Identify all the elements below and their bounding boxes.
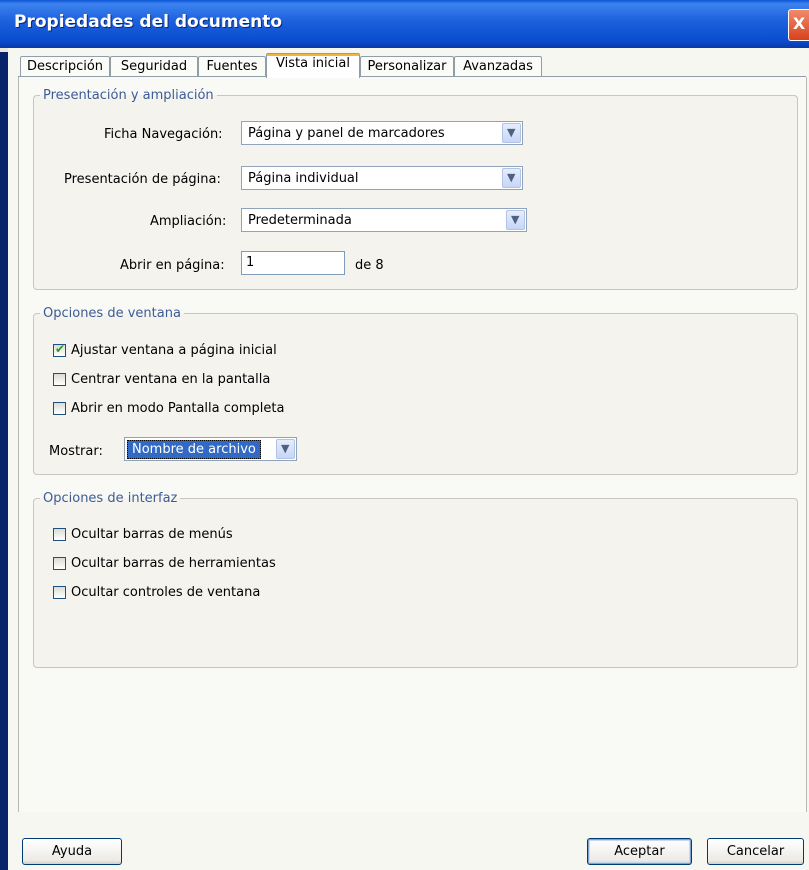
page-layout-select[interactable]: Página individual ▼ — [241, 166, 523, 190]
tab-label: Avanzadas — [463, 59, 533, 74]
open-to-page-label: Abrir en página: — [120, 258, 225, 273]
button-label: Cancelar — [726, 844, 785, 859]
ok-button[interactable]: Aceptar — [587, 838, 692, 865]
tab-fuentes[interactable]: Fuentes — [198, 56, 266, 77]
page-layout-label: Presentación de página: — [64, 172, 221, 187]
document-properties-dialog: Propiedades del documento X Descripción … — [0, 0, 809, 870]
checkmark-icon: ✔ — [55, 342, 66, 356]
group-legend: Opciones de ventana — [43, 306, 181, 321]
checkbox-box[interactable] — [53, 373, 66, 386]
magnification-select[interactable]: Predeterminada ▼ — [241, 208, 527, 232]
tab-vista-inicial[interactable]: Vista inicial — [266, 53, 360, 78]
dialog-title: Propiedades del documento — [14, 12, 283, 32]
tab-seguridad[interactable]: Seguridad — [110, 56, 198, 77]
show-select[interactable]: Nombre de archivo ▼ — [124, 437, 297, 461]
checkbox-box[interactable] — [53, 528, 66, 541]
center-window-checkbox[interactable]: Centrar ventana en la pantalla — [53, 372, 333, 390]
page-layout-value: Página individual — [248, 171, 359, 186]
window-left-edge — [0, 52, 8, 870]
close-button[interactable]: X — [788, 9, 809, 41]
open-to-page-value: 1 — [246, 255, 255, 270]
checkbox-label: Abrir en modo Pantalla completa — [71, 401, 285, 416]
show-label: Mostrar: — [49, 444, 103, 459]
tab-avanzadas[interactable]: Avanzadas — [454, 56, 542, 77]
group-legend: Opciones de interfaz — [43, 491, 178, 506]
checkbox-box[interactable] — [53, 557, 66, 570]
interface-options-group: Opciones de interfaz — [33, 491, 798, 668]
tab-label: Vista inicial — [276, 56, 350, 71]
show-value: Nombre de archivo — [127, 440, 261, 459]
help-button[interactable]: Ayuda — [22, 838, 122, 865]
tab-descripcion[interactable]: Descripción — [20, 56, 110, 77]
hide-window-controls-checkbox[interactable]: Ocultar controles de ventana — [53, 585, 313, 603]
hide-toolbars-checkbox[interactable]: Ocultar barras de herramientas — [53, 556, 313, 574]
chevron-down-icon[interactable]: ▼ — [276, 439, 295, 459]
fit-window-checkbox[interactable]: ✔ Ajustar ventana a página inicial — [53, 342, 333, 361]
cancel-button[interactable]: Cancelar — [707, 838, 804, 865]
chevron-down-icon[interactable]: ▼ — [502, 123, 521, 143]
navigation-label: Ficha Navegación: — [104, 127, 223, 142]
checkbox-box[interactable]: ✔ — [53, 342, 66, 357]
tab-label: Personalizar — [367, 59, 447, 74]
title-bar[interactable]: Propiedades del documento X — [0, 0, 809, 48]
hide-menubar-checkbox[interactable]: Ocultar barras de menús — [53, 527, 313, 545]
magnification-value: Predeterminada — [248, 213, 352, 228]
checkbox-label: Ocultar controles de ventana — [71, 585, 261, 600]
open-to-page-input[interactable]: 1 — [241, 251, 345, 275]
checkbox-label: Ajustar ventana a página inicial — [71, 343, 277, 358]
tab-label: Seguridad — [120, 59, 188, 74]
full-screen-checkbox[interactable]: Abrir en modo Pantalla completa — [53, 401, 333, 419]
close-icon: X — [792, 14, 806, 33]
checkbox-label: Ocultar barras de herramientas — [71, 556, 276, 571]
button-label: Ayuda — [51, 844, 93, 859]
magnification-label: Ampliación: — [150, 214, 227, 229]
navigation-select[interactable]: Página y panel de marcadores ▼ — [241, 121, 523, 145]
checkbox-label: Centrar ventana en la pantalla — [71, 372, 271, 387]
group-legend: Presentación y ampliación — [43, 88, 214, 103]
chevron-down-icon[interactable]: ▼ — [502, 168, 521, 188]
tab-personalizar[interactable]: Personalizar — [360, 56, 454, 77]
navigation-value: Página y panel de marcadores — [248, 126, 445, 141]
tab-label: Descripción — [26, 59, 104, 74]
button-label: Aceptar — [614, 844, 665, 859]
tab-label: Fuentes — [206, 59, 258, 74]
chevron-down-icon[interactable]: ▼ — [506, 210, 525, 230]
checkbox-label: Ocultar barras de menús — [71, 527, 233, 542]
checkbox-box[interactable] — [53, 402, 66, 415]
page-count-label: de 8 — [355, 258, 384, 273]
checkbox-box[interactable] — [53, 586, 66, 599]
